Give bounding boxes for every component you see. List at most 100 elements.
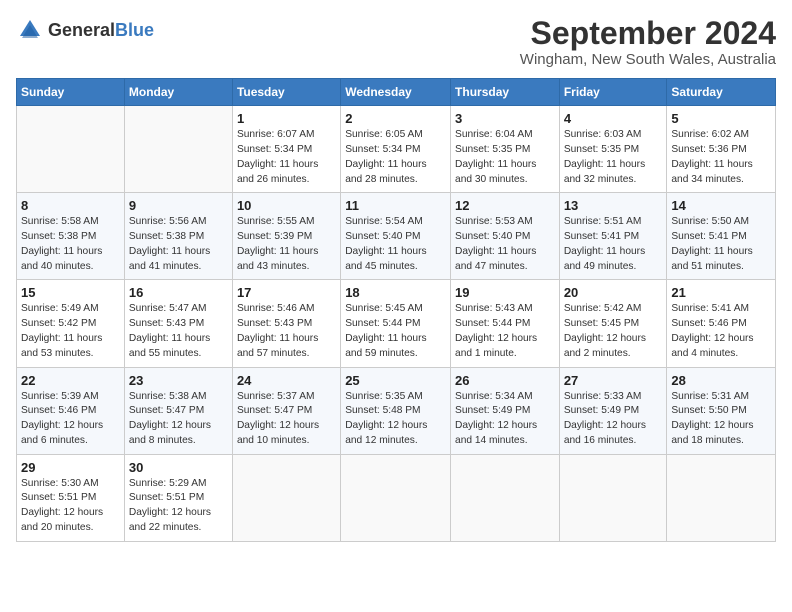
- calendar-cell: 29 Sunrise: 5:30 AMSunset: 5:51 PMDayligh…: [17, 454, 125, 541]
- calendar-week-3: 15 Sunrise: 5:49 AMSunset: 5:42 PMDayligh…: [17, 280, 776, 367]
- logo-general: General: [48, 21, 115, 39]
- header-wednesday: Wednesday: [341, 79, 451, 106]
- header-sunday: Sunday: [17, 79, 125, 106]
- calendar-cell: 20Sunrise: 5:42 AMSunset: 5:45 PMDayligh…: [559, 280, 667, 367]
- calendar-week-4: 22 Sunrise: 5:39 AMSunset: 5:46 PMDayligh…: [17, 367, 776, 454]
- day-number: 24: [237, 373, 336, 388]
- day-detail: Sunrise: 5:35 AMSunset: 5:48 PMDaylight:…: [345, 390, 446, 449]
- day-detail: Sunrise: 5:39 AMSunset: 5:46 PMDaylight:…: [21, 390, 120, 449]
- day-detail: Sunrise: 5:43 AMSunset: 5:44 PMDaylight:…: [455, 302, 555, 361]
- calendar-cell: 19Sunrise: 5:43 AMSunset: 5:44 PMDayligh…: [451, 280, 560, 367]
- calendar-cell: 16 Sunrise: 5:47 AMSunset: 5:43 PMDayligh…: [124, 280, 232, 367]
- calendar-cell: 2Sunrise: 6:05 AMSunset: 5:34 PMDaylight…: [341, 106, 451, 193]
- calendar-cell: [667, 454, 776, 541]
- day-detail: Sunrise: 5:46 AMSunset: 5:43 PMDaylight:…: [237, 302, 336, 361]
- day-number: 17: [237, 285, 336, 300]
- calendar-header: SundayMondayTuesdayWednesdayThursdayFrid…: [17, 79, 776, 106]
- calendar-cell: 9 Sunrise: 5:56 AMSunset: 5:38 PMDaylight…: [124, 193, 232, 280]
- day-number: 28: [671, 373, 771, 388]
- logo-blue: Blue: [115, 21, 154, 39]
- calendar-cell: 1Sunrise: 6:07 AMSunset: 5:34 PMDaylight…: [232, 106, 340, 193]
- day-number: 20: [564, 285, 663, 300]
- calendar-cell: 11Sunrise: 5:54 AMSunset: 5:40 PMDayligh…: [341, 193, 451, 280]
- calendar-cell: 28 Sunrise: 5:31 AMSunset: 5:50 PMDayligh…: [667, 367, 776, 454]
- day-detail: Sunrise: 5:33 AMSunset: 5:49 PMDaylight:…: [564, 390, 663, 449]
- day-detail: Sunrise: 6:07 AMSunset: 5:34 PMDaylight:…: [237, 128, 336, 187]
- calendar-cell: 26 Sunrise: 5:34 AMSunset: 5:49 PMDayligh…: [451, 367, 560, 454]
- page-header: General Blue September 2024 Wingham, New…: [16, 16, 776, 68]
- day-number: 4: [564, 111, 663, 126]
- day-number: 26: [455, 373, 555, 388]
- day-number: 27: [564, 373, 663, 388]
- day-number: 29: [21, 460, 120, 475]
- header-thursday: Thursday: [451, 79, 560, 106]
- calendar-body: 1Sunrise: 6:07 AMSunset: 5:34 PMDaylight…: [17, 106, 776, 542]
- day-number: 2: [345, 111, 446, 126]
- day-number: 30: [129, 460, 228, 475]
- calendar-cell: 25 Sunrise: 5:35 AMSunset: 5:48 PMDayligh…: [341, 367, 451, 454]
- calendar-cell: [232, 454, 340, 541]
- day-detail: Sunrise: 5:49 AMSunset: 5:42 PMDaylight:…: [21, 302, 120, 361]
- calendar-cell: 14 Sunrise: 5:50 AMSunset: 5:41 PMDayligh…: [667, 193, 776, 280]
- day-number: 23: [129, 373, 228, 388]
- day-detail: Sunrise: 5:55 AMSunset: 5:39 PMDaylight:…: [237, 215, 336, 274]
- calendar-week-2: 8 Sunrise: 5:58 AMSunset: 5:38 PMDaylight…: [17, 193, 776, 280]
- calendar-week-5: 29 Sunrise: 5:30 AMSunset: 5:51 PMDayligh…: [17, 454, 776, 541]
- calendar-cell: 30 Sunrise: 5:29 AMSunset: 5:51 PMDayligh…: [124, 454, 232, 541]
- day-detail: Sunrise: 5:34 AMSunset: 5:49 PMDaylight:…: [455, 390, 555, 449]
- calendar-cell: [341, 454, 451, 541]
- calendar-cell: 17 Sunrise: 5:46 AMSunset: 5:43 PMDayligh…: [232, 280, 340, 367]
- header-friday: Friday: [559, 79, 667, 106]
- calendar-cell: 22 Sunrise: 5:39 AMSunset: 5:46 PMDayligh…: [17, 367, 125, 454]
- calendar-cell: 4 Sunrise: 6:03 AMSunset: 5:35 PMDaylight…: [559, 106, 667, 193]
- day-number: 22: [21, 373, 120, 388]
- header-saturday: Saturday: [667, 79, 776, 106]
- calendar-cell: 27 Sunrise: 5:33 AMSunset: 5:49 PMDayligh…: [559, 367, 667, 454]
- header-monday: Monday: [124, 79, 232, 106]
- header-tuesday: Tuesday: [232, 79, 340, 106]
- calendar-cell: 3Sunrise: 6:04 AMSunset: 5:35 PMDaylight…: [451, 106, 560, 193]
- day-detail: Sunrise: 5:58 AMSunset: 5:38 PMDaylight:…: [21, 215, 120, 274]
- calendar-cell: 21 Sunrise: 5:41 AMSunset: 5:46 PMDayligh…: [667, 280, 776, 367]
- day-detail: Sunrise: 5:37 AMSunset: 5:47 PMDaylight:…: [237, 390, 336, 449]
- calendar-table: SundayMondayTuesdayWednesdayThursdayFrid…: [16, 78, 776, 542]
- title-block: September 2024 Wingham, New South Wales,…: [520, 16, 776, 68]
- day-number: 13: [564, 198, 663, 213]
- calendar-cell: [451, 454, 560, 541]
- day-number: 25: [345, 373, 446, 388]
- calendar-cell: 18 Sunrise: 5:45 AMSunset: 5:44 PMDayligh…: [341, 280, 451, 367]
- day-detail: Sunrise: 5:56 AMSunset: 5:38 PMDaylight:…: [129, 215, 228, 274]
- day-detail: Sunrise: 5:45 AMSunset: 5:44 PMDaylight:…: [345, 302, 446, 361]
- day-number: 9: [129, 198, 228, 213]
- day-detail: Sunrise: 6:03 AMSunset: 5:35 PMDaylight:…: [564, 128, 663, 187]
- day-detail: Sunrise: 5:38 AMSunset: 5:47 PMDaylight:…: [129, 390, 228, 449]
- day-detail: Sunrise: 5:41 AMSunset: 5:46 PMDaylight:…: [671, 302, 771, 361]
- day-detail: Sunrise: 5:29 AMSunset: 5:51 PMDaylight:…: [129, 477, 228, 536]
- calendar-cell: [17, 106, 125, 193]
- calendar-cell: 24 Sunrise: 5:37 AMSunset: 5:47 PMDayligh…: [232, 367, 340, 454]
- calendar-cell: 8 Sunrise: 5:58 AMSunset: 5:38 PMDaylight…: [17, 193, 125, 280]
- day-detail: Sunrise: 5:31 AMSunset: 5:50 PMDaylight:…: [671, 390, 771, 449]
- day-detail: Sunrise: 6:04 AMSunset: 5:35 PMDaylight:…: [455, 128, 555, 187]
- day-number: 21: [671, 285, 771, 300]
- calendar-cell: 10Sunrise: 5:55 AMSunset: 5:39 PMDayligh…: [232, 193, 340, 280]
- day-detail: Sunrise: 5:53 AMSunset: 5:40 PMDaylight:…: [455, 215, 555, 274]
- logo-icon: [16, 16, 44, 44]
- day-number: 8: [21, 198, 120, 213]
- day-detail: Sunrise: 5:50 AMSunset: 5:41 PMDaylight:…: [671, 215, 771, 274]
- day-number: 5: [671, 111, 771, 126]
- day-number: 11: [345, 198, 446, 213]
- calendar-cell: [559, 454, 667, 541]
- calendar-cell: 5Sunrise: 6:02 AMSunset: 5:36 PMDaylight…: [667, 106, 776, 193]
- day-detail: Sunrise: 5:30 AMSunset: 5:51 PMDaylight:…: [21, 477, 120, 536]
- day-number: 15: [21, 285, 120, 300]
- location-title: Wingham, New South Wales, Australia: [520, 51, 776, 68]
- day-detail: Sunrise: 5:47 AMSunset: 5:43 PMDaylight:…: [129, 302, 228, 361]
- calendar-cell: [124, 106, 232, 193]
- day-number: 14: [671, 198, 771, 213]
- calendar-cell: 23 Sunrise: 5:38 AMSunset: 5:47 PMDayligh…: [124, 367, 232, 454]
- day-number: 12: [455, 198, 555, 213]
- day-number: 18: [345, 285, 446, 300]
- calendar-cell: 12 Sunrise: 5:53 AMSunset: 5:40 PMDayligh…: [451, 193, 560, 280]
- day-number: 16: [129, 285, 228, 300]
